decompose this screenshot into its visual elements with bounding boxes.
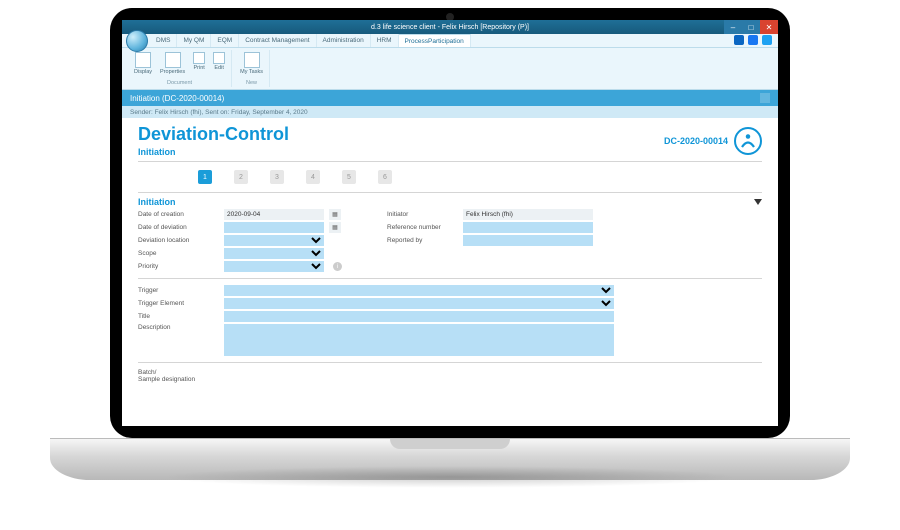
properties-icon: [165, 52, 181, 68]
tab-contract[interactable]: Contract Management: [239, 34, 316, 47]
step-1[interactable]: 1: [198, 170, 212, 184]
document-header-bar: Initiation (DC-2020-00014): [122, 90, 778, 106]
label-trigger-element: Trigger Element: [138, 300, 218, 307]
step-6[interactable]: 6: [378, 170, 392, 184]
calendar-icon[interactable]: ▦: [329, 222, 341, 233]
priority-select[interactable]: [224, 261, 324, 272]
facebook-icon[interactable]: [748, 35, 758, 45]
step-2[interactable]: 2: [234, 170, 248, 184]
sender-info-bar: Sender: Felix Hirsch (fhi), Sent on: Fri…: [122, 106, 778, 118]
window-buttons: – □ ✕: [724, 20, 778, 34]
trigger-element-select[interactable]: [224, 298, 614, 309]
label-reported-by: Reported by: [387, 237, 457, 244]
step-4[interactable]: 4: [306, 170, 320, 184]
divider: [138, 161, 762, 162]
ribbon-group-new: My Tasks New: [234, 50, 270, 87]
label-batch: Batch/ Sample designation: [138, 369, 218, 383]
step-5[interactable]: 5: [342, 170, 356, 184]
deviation-location-select[interactable]: [224, 235, 324, 246]
display-icon: [135, 52, 151, 68]
sender-info-text: Sender: Felix Hirsch (fhi), Sent on: Fri…: [130, 109, 308, 116]
print-button[interactable]: Print: [191, 50, 207, 73]
screen-bezel: d.3 life science client - Felix Hirsch […: [110, 8, 790, 438]
label-description: Description: [138, 324, 218, 331]
document-id: DC-2020-00014: [664, 136, 728, 146]
description-field[interactable]: [224, 324, 614, 356]
title-field[interactable]: [224, 311, 614, 322]
tab-dms[interactable]: DMS: [150, 34, 177, 47]
brand-logo-icon: [734, 127, 762, 155]
label-title: Title: [138, 313, 218, 320]
info-icon[interactable]: i: [333, 262, 342, 271]
initiator-field[interactable]: [463, 209, 593, 220]
laptop-frame: d.3 life science client - Felix Hirsch […: [110, 8, 790, 480]
section-title: Initiation: [138, 197, 176, 207]
step-3[interactable]: 3: [270, 170, 284, 184]
display-button[interactable]: Display: [132, 50, 154, 77]
minimize-button[interactable]: –: [724, 20, 742, 34]
document-header-title: Initiation (DC-2020-00014): [130, 94, 224, 103]
app-window: d.3 life science client - Felix Hirsch […: [122, 20, 778, 426]
divider: [138, 362, 762, 363]
twitter-icon[interactable]: [762, 35, 772, 45]
linkedin-icon[interactable]: [734, 35, 744, 45]
ribbon-group-label: Document: [167, 80, 192, 87]
edit-icon: [213, 52, 225, 64]
tab-myqm[interactable]: My QM: [177, 34, 211, 47]
label-initiator: Initiator: [387, 211, 457, 218]
date-of-deviation-field[interactable]: [224, 222, 324, 233]
date-of-creation-field[interactable]: [224, 209, 324, 220]
ribbon-group-label: New: [246, 80, 257, 87]
close-button[interactable]: ✕: [760, 20, 778, 34]
chevron-down-icon: [754, 199, 762, 205]
social-icons: [734, 35, 772, 45]
calendar-icon[interactable]: ▦: [329, 209, 341, 220]
form: Date of creation ▦ Initiator Date of dev…: [138, 209, 762, 383]
label-priority: Priority: [138, 263, 218, 270]
tasks-icon: [244, 52, 260, 68]
divider: [138, 192, 762, 193]
ribbon-toolbar: Display Properties Print Edit Document M…: [122, 48, 778, 90]
maximize-button[interactable]: □: [742, 20, 760, 34]
label-reference-number: Reference number: [387, 224, 457, 231]
label-date-of-creation: Date of creation: [138, 211, 218, 218]
scope-select[interactable]: [224, 248, 324, 259]
reported-by-field[interactable]: [463, 235, 593, 246]
ribbon-group-document: Display Properties Print Edit Document: [128, 50, 232, 87]
print-icon: [193, 52, 205, 64]
divider: [138, 278, 762, 279]
tab-admin[interactable]: Administration: [317, 34, 371, 47]
document-area: Deviation-Control Initiation DC-2020-000…: [122, 118, 778, 426]
app-orb-icon[interactable]: [126, 30, 148, 52]
window-title: d.3 life science client - Felix Hirsch […: [371, 24, 529, 31]
page-title: Deviation-Control: [138, 124, 289, 145]
section-header[interactable]: Initiation: [138, 197, 762, 207]
page-subtitle: Initiation: [138, 147, 289, 157]
tab-eqm[interactable]: EQM: [211, 34, 239, 47]
ribbon-tabs: DMS My QM EQM Contract Management Admini…: [122, 34, 778, 48]
mytasks-button[interactable]: My Tasks: [238, 50, 265, 77]
reference-number-field[interactable]: [463, 222, 593, 233]
tab-hrm[interactable]: HRM: [371, 34, 399, 47]
step-indicator: 1 2 3 4 5 6: [138, 166, 762, 188]
header-action-icon[interactable]: [760, 93, 770, 103]
edit-button[interactable]: Edit: [211, 50, 227, 73]
titlebar: d.3 life science client - Felix Hirsch […: [122, 20, 778, 34]
tab-process-participation[interactable]: ProcessParticipation: [399, 34, 471, 47]
label-deviation-location: Deviation location: [138, 237, 218, 244]
properties-button[interactable]: Properties: [158, 50, 187, 77]
label-scope: Scope: [138, 250, 218, 257]
document-heading: Deviation-Control Initiation DC-2020-000…: [138, 124, 762, 157]
label-date-of-deviation: Date of deviation: [138, 224, 218, 231]
trigger-select[interactable]: [224, 285, 614, 296]
laptop-shadow: [160, 466, 740, 488]
label-trigger: Trigger: [138, 287, 218, 294]
